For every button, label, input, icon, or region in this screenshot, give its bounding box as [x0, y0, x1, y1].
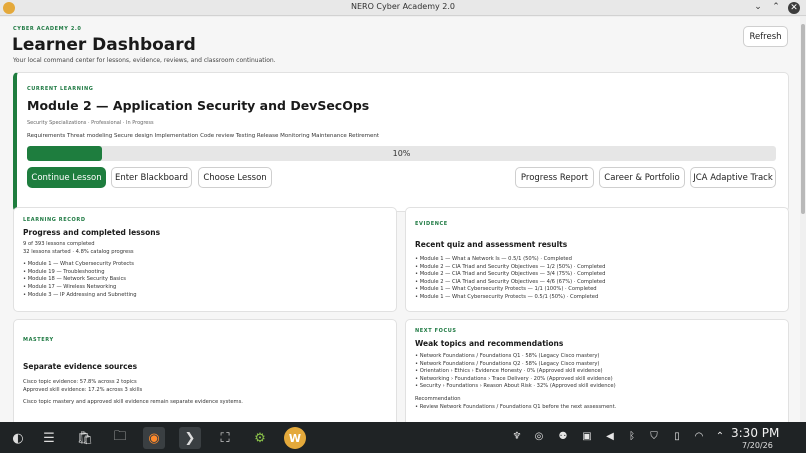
file-manager-icon[interactable]: 🗀 — [109, 427, 131, 449]
evidence-list: • Module 1 — What a Network Is — 0.5/1 (… — [415, 256, 605, 302]
firefox-icon[interactable]: ◉ — [143, 427, 165, 449]
career-portfolio-button[interactable]: Career & Portfolio — [599, 167, 685, 188]
list-item: • Module 1 — What Cybersecurity Protects — [23, 261, 134, 268]
current-module-title: Module 2 — Application Security and DevS… — [27, 98, 370, 113]
list-item: • Network Foundations / Foundations Q1 ·… — [415, 353, 600, 359]
progress-report-button[interactable]: Progress Report — [515, 167, 594, 188]
next-focus-title: Weak topics and recommendations — [415, 339, 564, 348]
clipboard-tray-icon[interactable]: ▣ — [580, 430, 594, 444]
learning-record-title: Progress and completed lessons — [23, 228, 161, 237]
recommendation-label: Recommendation — [415, 395, 461, 402]
evidence-kicker: EVIDENCE — [415, 221, 448, 227]
list-item: • Security › Foundations › Reason About … — [415, 383, 616, 390]
steam-tray-icon[interactable]: ◎ — [532, 430, 546, 444]
nero-academy-app-icon[interactable]: W — [284, 427, 306, 449]
network-tray-icon[interactable]: ♆ — [510, 430, 524, 444]
list-item: • Module 2 — CIA Triad and Security Obje… — [415, 278, 606, 285]
screenshot-icon[interactable]: ⛶ — [214, 427, 236, 449]
mastery-list: Cisco topic evidence: 57.8% across 2 top… — [23, 379, 243, 407]
skill-evidence-stat: Approved skill evidence: 17.2% across 3 … — [23, 386, 143, 393]
current-learning-card: CURRENT LEARNING Module 2 — Application … — [13, 72, 789, 212]
lessons-completed-stat: 9 of 393 lessons completed — [23, 241, 95, 247]
recommendation-item: • Review Network Foundations / Foundatio… — [415, 403, 617, 410]
list-item: • Network Foundations / Foundations Q2 ·… — [415, 360, 600, 367]
list-item: • Module 17 — Wireless Networking — [23, 283, 117, 290]
page-subtitle: Your local command center for lessons, e… — [13, 57, 276, 64]
cisco-evidence-stat: Cisco topic evidence: 57.8% across 2 top… — [23, 379, 137, 385]
next-focus-kicker: NEXT FOCUS — [415, 328, 457, 334]
list-item: • Module 2 — CIA Triad and Security Obje… — [415, 263, 606, 270]
page-scrollbar-thumb[interactable] — [801, 24, 805, 214]
steam-app-icon[interactable]: ⚙ — [249, 427, 271, 449]
jca-adaptive-track-button[interactable]: JCA Adaptive Track — [690, 167, 776, 188]
list-item: • Orientation › Ethics › Evidence Honest… — [415, 368, 603, 375]
volume-tray-icon[interactable]: ◀ — [603, 430, 617, 444]
shield-tray-icon[interactable]: ⛉ — [647, 430, 661, 444]
list-item: • Module 1 — What Cybersecurity Protects… — [415, 293, 599, 300]
maximize-icon[interactable]: ⌃ — [770, 1, 782, 14]
lifecycle-steps: Requirements Threat modeling Secure desi… — [27, 133, 380, 139]
next-focus-card: NEXT FOCUS Weak topics and recommendatio… — [405, 319, 789, 422]
dashboard-page: CYBER ACADEMY 2.0 Learner Dashboard Your… — [0, 17, 800, 422]
expand-tray-icon[interactable]: ⌃ — [713, 430, 727, 444]
terminal-icon[interactable]: ❯ — [179, 427, 201, 449]
learning-record-card: LEARNING RECORD Progress and completed l… — [13, 207, 397, 312]
battery-tray-icon[interactable]: ▯ — [670, 430, 684, 444]
page-title: Learner Dashboard — [12, 35, 196, 55]
mastery-kicker: MASTERY — [23, 337, 54, 343]
refresh-button[interactable]: Refresh — [743, 26, 788, 47]
minimize-icon[interactable]: ⌄ — [752, 1, 764, 14]
list-item: • Module 18 — Network Security Basics — [23, 276, 127, 283]
evidence-title: Recent quiz and assessment results — [415, 240, 568, 249]
window-titlebar[interactable]: NERO Cyber Academy 2.0 ⌄ ⌃ ✕ — [0, 0, 806, 16]
lessons-started-stat: 32 lessons started · 4.8% catalog progre… — [23, 248, 134, 255]
list-item: • Module 3 — IP Addressing and Subnettin… — [23, 291, 137, 298]
header-kicker: CYBER ACADEMY 2.0 — [13, 26, 82, 32]
continue-lesson-button[interactable]: Continue Lesson — [27, 167, 106, 188]
choose-lesson-button[interactable]: Choose Lesson — [198, 167, 272, 188]
list-item: • Networking › Foundations › Trace Deliv… — [415, 375, 613, 382]
learning-record-kicker: LEARNING RECORD — [23, 217, 86, 223]
bluetooth-tray-icon[interactable]: ᛒ — [625, 430, 639, 444]
mastery-note: Cisco topic mastery and approved skill e… — [23, 399, 243, 406]
system-settings-icon[interactable]: ☰ — [38, 427, 60, 449]
current-module-meta: Security Specializations · Professional … — [27, 120, 154, 126]
mastery-title: Separate evidence sources — [23, 362, 138, 371]
wifi-tray-icon[interactable]: ◠ — [692, 430, 706, 444]
next-focus-list: • Network Foundations / Foundations Q1 ·… — [415, 353, 616, 411]
clock-time[interactable]: 3:30 PM — [731, 426, 779, 440]
list-item: • Module 19 — Troubleshooting — [23, 268, 105, 275]
close-icon[interactable]: ✕ — [788, 2, 800, 14]
lesson-progress-bar: 10% — [27, 146, 776, 161]
clock-date[interactable]: 7/20/26 — [742, 441, 773, 450]
mastery-card: MASTERY Separate evidence sources Cisco … — [13, 319, 397, 422]
progress-percent: 10% — [392, 149, 411, 158]
start-menu-icon[interactable]: ◐ — [7, 427, 29, 449]
list-item: • Module 1 — What Cybersecurity Protects… — [415, 286, 597, 293]
taskbar: ◐ ☰ 🛍 🗀 ◉ ❯ ⛶ ⚙ W ♆ ◎ ⚉ ▣ ◀ ᛒ ⛉ ▯ ◠ ⌃ 3:… — [0, 422, 806, 453]
discover-store-icon[interactable]: 🛍 — [74, 427, 96, 449]
list-item: • Module 1 — What a Network Is — 0.5/1 (… — [415, 256, 572, 262]
updates-tray-icon[interactable]: ⚉ — [556, 430, 570, 444]
current-learning-kicker: CURRENT LEARNING — [27, 86, 94, 92]
list-item: • Module 2 — CIA Triad and Security Obje… — [415, 271, 606, 278]
learning-record-list: 9 of 393 lessons completed 32 lessons st… — [23, 241, 137, 299]
window-title: NERO Cyber Academy 2.0 — [350, 2, 455, 11]
enter-blackboard-button[interactable]: Enter Blackboard — [111, 167, 192, 188]
evidence-card: EVIDENCE Recent quiz and assessment resu… — [405, 207, 789, 312]
